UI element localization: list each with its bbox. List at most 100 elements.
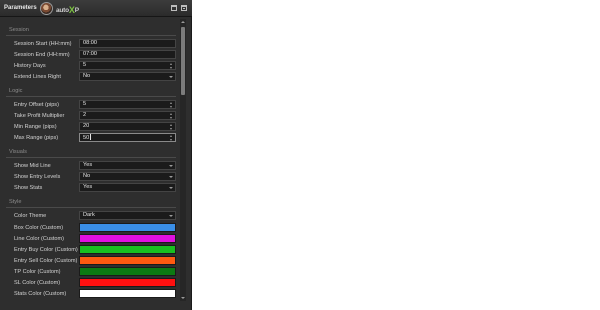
divider bbox=[6, 96, 176, 97]
param-history-days: History Days 5 bbox=[0, 61, 179, 71]
spin-arrows-icon[interactable] bbox=[170, 102, 173, 108]
param-label: Line Color (Custom) bbox=[14, 236, 65, 242]
spin-arrows-icon[interactable] bbox=[170, 63, 173, 69]
window-icon[interactable] bbox=[181, 5, 187, 11]
save-icon[interactable] bbox=[171, 5, 177, 11]
param-label: Min Range (pips) bbox=[14, 124, 57, 130]
param-entry-buy-color: Entry Buy Color (Custom) bbox=[0, 245, 179, 255]
panel-title: Parameters bbox=[4, 5, 37, 11]
chevron-down-icon bbox=[169, 76, 173, 78]
chevron-down-icon bbox=[169, 165, 173, 167]
section-style: Style bbox=[9, 199, 22, 205]
param-show-stats: Show Stats Yes bbox=[0, 183, 179, 193]
parameters-panel: Parameters autoXP Session Session Start … bbox=[0, 0, 192, 310]
param-stats-color: Stats Color (Custom) bbox=[0, 289, 179, 299]
min-range-stepper[interactable]: 20 bbox=[79, 122, 176, 131]
param-show-entry-levels: Show Entry Levels No bbox=[0, 172, 179, 182]
section-logic: Logic bbox=[9, 88, 23, 94]
chevron-down-icon bbox=[169, 215, 173, 217]
color-theme-select[interactable]: Dark bbox=[79, 211, 176, 220]
chevron-down-icon bbox=[169, 176, 173, 178]
param-label: SL Color (Custom) bbox=[14, 280, 61, 286]
text-caret bbox=[90, 134, 92, 140]
field-value: No bbox=[83, 173, 91, 179]
session-start-input[interactable]: 08:00 bbox=[79, 39, 176, 48]
scroll-down-icon[interactable] bbox=[181, 297, 185, 299]
spin-arrows-icon[interactable] bbox=[170, 124, 173, 130]
param-label: Session End (HH:mm) bbox=[14, 52, 70, 58]
param-session-start: Session Start (HH:mm) 08:00 bbox=[0, 39, 179, 49]
param-label: Color Theme bbox=[14, 213, 47, 219]
spin-arrows-icon[interactable] bbox=[170, 113, 173, 119]
extend-lines-select[interactable]: No bbox=[79, 72, 176, 81]
param-label: TP Color (Custom) bbox=[14, 269, 61, 275]
field-value: 50 bbox=[83, 135, 90, 141]
max-range-stepper[interactable]: 50 bbox=[79, 133, 176, 142]
session-end-input[interactable]: 07:00 bbox=[79, 50, 176, 59]
param-label: Show Entry Levels bbox=[14, 174, 61, 180]
field-value: 5 bbox=[83, 101, 87, 107]
param-entry-sell-color: Entry Sell Color (Custom) bbox=[0, 256, 179, 266]
stats-color-swatch[interactable] bbox=[79, 289, 176, 298]
entry-buy-color-swatch[interactable] bbox=[79, 245, 176, 254]
param-box-color: Box Color (Custom) bbox=[0, 223, 179, 233]
param-entry-offset: Entry Offset (pips) 5 bbox=[0, 100, 179, 110]
param-label: Entry Buy Color (Custom) bbox=[14, 247, 78, 253]
sl-color-swatch[interactable] bbox=[79, 278, 176, 287]
field-value: Yes bbox=[83, 162, 93, 168]
field-value: 20 bbox=[83, 123, 90, 129]
tp-multiplier-stepper[interactable]: 2 bbox=[79, 111, 176, 120]
param-label: Show Mid Line bbox=[14, 163, 51, 169]
param-label: Stats Color (Custom) bbox=[14, 291, 67, 297]
field-value: Yes bbox=[83, 184, 93, 190]
scroll-up-icon[interactable] bbox=[181, 21, 185, 23]
param-label: Max Range (pips) bbox=[14, 135, 59, 141]
param-sl-color: SL Color (Custom) bbox=[0, 278, 179, 288]
section-session: Session bbox=[9, 27, 29, 33]
chevron-down-icon bbox=[169, 187, 173, 189]
field-value: No bbox=[83, 73, 91, 79]
param-extend-lines: Extend Lines Right No bbox=[0, 72, 179, 82]
entry-offset-stepper[interactable]: 5 bbox=[79, 100, 176, 109]
param-line-color: Line Color (Custom) bbox=[0, 234, 179, 244]
param-max-range: Max Range (pips) 50 bbox=[0, 133, 179, 143]
divider bbox=[6, 157, 176, 158]
param-tp-multiplier: Take Profit Multiplier 2 bbox=[0, 111, 179, 121]
show-entry-levels-select[interactable]: No bbox=[79, 172, 176, 181]
param-min-range: Min Range (pips) 20 bbox=[0, 122, 179, 132]
param-session-end: Session End (HH:mm) 07:00 bbox=[0, 50, 179, 60]
param-label: History Days bbox=[14, 63, 46, 69]
param-label: Entry Offset (pips) bbox=[14, 102, 59, 108]
field-value: Dark bbox=[83, 212, 95, 218]
scrollbar[interactable] bbox=[180, 19, 186, 301]
logo-text: auto bbox=[56, 7, 69, 14]
divider bbox=[6, 35, 176, 36]
param-label: Session Start (HH:mm) bbox=[14, 41, 72, 47]
param-color-theme: Color Theme Dark bbox=[0, 211, 179, 221]
logo: autoXP bbox=[56, 4, 79, 15]
param-tp-color: TP Color (Custom) bbox=[0, 267, 179, 277]
param-label: Box Color (Custom) bbox=[14, 225, 64, 231]
field-value: 07:00 bbox=[83, 51, 97, 57]
title-bar[interactable]: Parameters autoXP bbox=[0, 0, 192, 17]
field-value: 5 bbox=[83, 62, 87, 68]
field-value: 08:00 bbox=[83, 40, 97, 46]
entry-sell-color-swatch[interactable] bbox=[79, 256, 176, 265]
divider bbox=[6, 207, 176, 208]
parameters-list: Session Session Start (HH:mm) 08:00 Sess… bbox=[0, 17, 179, 310]
param-show-mid-line: Show Mid Line Yes bbox=[0, 161, 179, 171]
show-mid-line-select[interactable]: Yes bbox=[79, 161, 176, 170]
history-days-stepper[interactable]: 5 bbox=[79, 61, 176, 70]
logo-avatar bbox=[40, 2, 53, 15]
logo-suffix: P bbox=[74, 7, 79, 14]
box-color-swatch[interactable] bbox=[79, 223, 176, 232]
tp-color-swatch[interactable] bbox=[79, 267, 176, 276]
param-label: Extend Lines Right bbox=[14, 74, 61, 80]
line-color-swatch[interactable] bbox=[79, 234, 176, 243]
section-visuals: Visuals bbox=[9, 149, 27, 155]
logo-x: X bbox=[68, 5, 75, 15]
field-value: 2 bbox=[83, 112, 87, 118]
show-stats-select[interactable]: Yes bbox=[79, 183, 176, 192]
scroll-thumb[interactable] bbox=[181, 27, 185, 95]
spin-arrows-icon[interactable] bbox=[170, 135, 173, 141]
